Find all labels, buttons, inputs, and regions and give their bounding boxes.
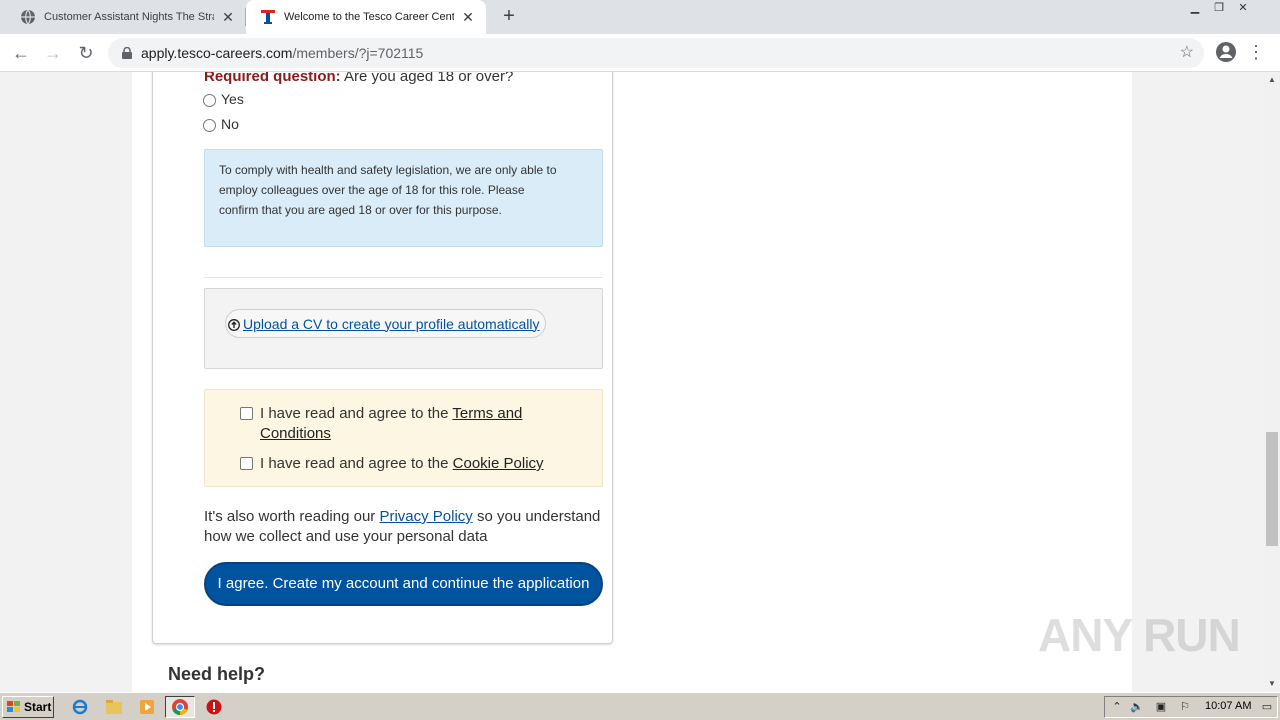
new-tab-button[interactable]: + <box>498 5 520 27</box>
help-heading: Need help? <box>168 664 266 684</box>
privacy-before: It's also worth reading our <box>204 508 380 525</box>
network-icon[interactable]: ▣ <box>1153 700 1169 716</box>
registration-card: Required question: Are you aged 18 or ov… <box>152 72 613 644</box>
stop-alert-icon[interactable] <box>204 697 224 717</box>
terms-link[interactable]: Terms and <box>452 405 522 422</box>
option-no-label: No <box>221 116 239 132</box>
info-text: To comply with health and safety legisla… <box>219 163 557 217</box>
show-desktop-icon[interactable]: ▭ <box>1259 700 1275 716</box>
lock-icon <box>120 46 134 60</box>
terms-line: I have read and agree to the Terms and C… <box>260 404 522 444</box>
url-host: apply.tesco-careers.com <box>141 45 293 61</box>
url-path: /members/?j=702115 <box>292 45 424 61</box>
media-player-icon[interactable] <box>137 697 157 717</box>
scroll-down-arrow-icon[interactable]: ▼ <box>1264 676 1280 692</box>
minimize-icon[interactable]: ▁ <box>1183 0 1207 18</box>
tab-title: Customer Assistant Nights The Stran <box>44 11 214 23</box>
internet-explorer-icon[interactable] <box>70 697 90 717</box>
start-label: Start <box>24 700 52 714</box>
start-button[interactable]: Start <box>2 696 54 718</box>
divider <box>204 277 603 278</box>
upload-cv-button[interactable]: Upload a CV to create your profile autom… <box>225 309 547 338</box>
page-viewport: Required question: Are you aged 18 or ov… <box>0 72 1264 692</box>
age-info-box: To comply with health and safety legisla… <box>204 149 603 247</box>
volume-icon[interactable]: 🔈 <box>1129 700 1145 716</box>
vertical-scrollbar[interactable]: ▲ ▼ <box>1264 72 1280 692</box>
reload-icon[interactable]: ↻ <box>73 40 99 66</box>
cookie-checkbox[interactable] <box>240 457 253 470</box>
scroll-thumb[interactable] <box>1266 432 1278 546</box>
url-text: apply.tesco-careers.com/members/?j=70211… <box>141 45 423 61</box>
browser-tab-customer-assistant[interactable]: Customer Assistant Nights The Stran ✕ <box>6 0 246 34</box>
upload-cv-label: Upload a CV to create your profile autom… <box>243 315 540 332</box>
close-window-icon[interactable]: ✕ <box>1231 0 1255 18</box>
cookie-line: I have read and agree to the Cookie Poli… <box>260 454 544 474</box>
radio-yes[interactable] <box>203 94 216 107</box>
address-bar[interactable]: apply.tesco-careers.com/members/?j=70211… <box>108 38 1204 68</box>
privacy-note: It's also worth reading our Privacy Poli… <box>204 507 604 547</box>
terms-prefix: I have read and agree to the <box>260 405 453 422</box>
windows-flag-icon <box>6 700 22 714</box>
option-yes-label: Yes <box>221 91 244 107</box>
terms-checkbox[interactable] <box>240 407 253 420</box>
radio-no[interactable] <box>203 119 216 132</box>
option-no[interactable]: No <box>203 116 239 132</box>
action-center-flag-icon[interactable]: ⚐ <box>1177 700 1193 716</box>
upload-arrow-icon <box>228 318 240 331</box>
required-label: Required question: <box>204 72 341 85</box>
bookmark-star-icon[interactable]: ☆ <box>1180 44 1194 62</box>
more-menu-icon[interactable]: ⋮ <box>1246 40 1266 64</box>
forward-arrow-icon[interactable]: → <box>40 40 66 66</box>
consent-panel: I have read and agree to the Terms and C… <box>204 389 603 487</box>
tray-expand-icon[interactable]: ⌃ <box>1109 700 1125 716</box>
privacy-policy-link[interactable]: Privacy Policy <box>379 508 472 525</box>
age-question: Required question: Are you aged 18 or ov… <box>204 72 513 85</box>
browser-tab-tesco-career[interactable]: Welcome to the Tesco Career Cente ✕ <box>246 0 486 34</box>
upload-cv-panel: Upload a CV to create your profile autom… <box>204 288 603 369</box>
anyrun-watermark: ANY RUN <box>1038 609 1241 661</box>
folder-icon[interactable] <box>104 697 124 717</box>
cookie-policy-link[interactable]: Cookie Policy <box>453 455 544 472</box>
scroll-up-arrow-icon[interactable]: ▲ <box>1264 72 1280 88</box>
system-tray: ⌃ 🔈 ▣ ⚐ 10:07 AM ▭ <box>1104 696 1278 718</box>
option-yes[interactable]: Yes <box>203 91 244 107</box>
question-text: Are you aged 18 or over? <box>344 72 514 85</box>
clock: 10:07 AM <box>1205 700 1252 712</box>
page-content: Required question: Are you aged 18 or ov… <box>132 72 1132 692</box>
restore-icon[interactable]: ❐ <box>1207 0 1231 18</box>
browser-tab-bar: Customer Assistant Nights The Stran ✕ We… <box>0 0 1280 34</box>
window-controls: ▁ ❐ ✕ <box>1183 0 1255 18</box>
tesco-t-icon <box>260 9 276 25</box>
back-arrow-icon[interactable]: ← <box>8 40 34 66</box>
taskbar: Start ⌃ 🔈 ▣ ⚐ 10:07 AM ▭ <box>0 692 1280 720</box>
chrome-icon[interactable] <box>170 697 190 717</box>
close-tab-icon[interactable]: ✕ <box>460 9 476 25</box>
tab-title: Welcome to the Tesco Career Cente <box>284 11 454 23</box>
globe-icon <box>20 9 36 25</box>
account-icon[interactable] <box>1214 40 1238 64</box>
create-account-button[interactable]: I agree. Create my account and continue … <box>204 562 603 606</box>
close-tab-icon[interactable]: ✕ <box>220 9 236 25</box>
browser-toolbar: ← → ↻ apply.tesco-careers.com/members/?j… <box>0 34 1280 72</box>
cookie-prefix: I have read and agree to the <box>260 455 453 472</box>
conditions-link[interactable]: Conditions <box>260 425 331 442</box>
